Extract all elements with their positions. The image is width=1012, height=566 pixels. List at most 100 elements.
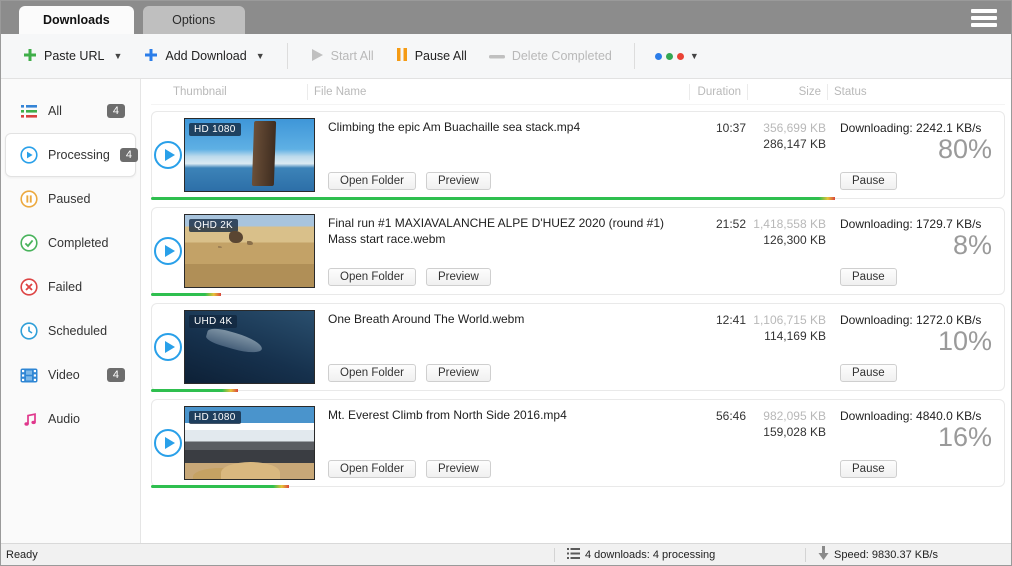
video-thumbnail: QHD 2K <box>184 214 315 288</box>
download-status: Downloading: 1729.7 KB/s <box>840 217 992 231</box>
preview-button[interactable]: Preview <box>426 364 491 382</box>
download-status: Downloading: 2242.1 KB/s <box>840 121 992 135</box>
sidebar-item-paused[interactable]: Paused <box>5 177 136 221</box>
open-folder-button[interactable]: Open Folder <box>328 172 416 190</box>
pause-button[interactable]: Pause <box>840 460 897 478</box>
play-icon <box>310 48 324 65</box>
table-header: Thumbnail File Name Duration Size Status <box>151 79 1005 105</box>
plus-icon <box>144 48 158 65</box>
toolbar-separator <box>634 43 635 69</box>
progress-percent: 10% <box>840 327 992 357</box>
chevron-down-icon: ▼ <box>690 51 699 61</box>
check-circle-icon <box>20 234 38 252</box>
start-all-button[interactable]: Start All <box>302 42 382 71</box>
sidebar-item-completed[interactable]: Completed <box>5 221 136 265</box>
sidebar-item-label: Completed <box>48 236 125 250</box>
plus-icon <box>23 48 37 65</box>
download-status: Downloading: 4840.0 KB/s <box>840 409 992 423</box>
download-row[interactable]: UHD 4K One Breath Around The World.webm … <box>151 303 1005 391</box>
sidebar-item-label: Scheduled <box>48 324 125 338</box>
play-button[interactable] <box>154 237 182 265</box>
chevron-down-icon[interactable]: ▼ <box>256 51 265 61</box>
size-total: 1,418,558 KB <box>746 217 826 231</box>
preview-button[interactable]: Preview <box>426 172 491 190</box>
play-button[interactable] <box>154 429 182 457</box>
column-header-thumbnail[interactable]: Thumbnail <box>151 86 307 98</box>
progress-bar <box>151 293 221 296</box>
speed-label: Speed: 9830.37 KB/s <box>834 549 938 561</box>
progress-percent: 16% <box>840 423 992 453</box>
download-arrow-icon <box>818 546 829 564</box>
size-total: 982,095 KB <box>746 409 826 423</box>
pause-all-label: Pause All <box>415 49 467 63</box>
paste-url-label: Paste URL <box>44 49 104 63</box>
column-header-size[interactable]: Size <box>747 84 827 100</box>
blue-dot-icon <box>655 53 662 60</box>
statusbar: Ready 4 downloads: 4 processing Speed: 9… <box>1 543 1011 565</box>
downloads-summary-label: 4 downloads: 4 processing <box>585 549 715 561</box>
pause-icon <box>396 47 408 65</box>
progress-bar <box>151 389 238 392</box>
pause-button[interactable]: Pause <box>840 268 897 286</box>
download-row[interactable]: HD 1080 Climbing the epic Am Buachaille … <box>151 111 1005 199</box>
tab-downloads[interactable]: Downloads <box>19 6 134 34</box>
sidebar-item-label: Video <box>48 368 97 382</box>
count-badge: 4 <box>120 148 138 162</box>
duration: 21:52 <box>688 208 746 294</box>
column-header-file-name[interactable]: File Name <box>307 84 689 100</box>
downloads-list: Thumbnail File Name Duration Size Status… <box>141 79 1011 543</box>
column-header-status[interactable]: Status <box>827 84 1005 100</box>
play-button[interactable] <box>154 333 182 361</box>
sidebar-item-label: Paused <box>48 192 125 206</box>
sidebar-item-processing[interactable]: Processing 4 <box>5 133 136 177</box>
open-folder-button[interactable]: Open Folder <box>328 268 416 286</box>
x-circle-icon <box>20 278 38 296</box>
clock-icon <box>20 322 38 340</box>
green-dot-icon <box>666 53 673 60</box>
sidebar-item-label: All <box>48 104 97 118</box>
film-icon <box>20 366 38 384</box>
titlebar: Downloads Options <box>1 1 1011 34</box>
column-header-duration[interactable]: Duration <box>689 84 747 100</box>
size-downloaded: 286,147 KB <box>746 137 826 151</box>
pause-button[interactable]: Pause <box>840 172 897 190</box>
sidebar-item-scheduled[interactable]: Scheduled <box>5 309 136 353</box>
pause-circle-icon <box>20 190 38 208</box>
progress-percent: 8% <box>840 231 992 261</box>
open-folder-button[interactable]: Open Folder <box>328 364 416 382</box>
sidebar-item-all[interactable]: All 4 <box>5 89 136 133</box>
preview-button[interactable]: Preview <box>426 460 491 478</box>
duration: 12:41 <box>688 304 746 390</box>
open-folder-button[interactable]: Open Folder <box>328 460 416 478</box>
delete-completed-button[interactable]: Delete Completed <box>481 43 620 69</box>
download-status: Downloading: 1272.0 KB/s <box>840 313 992 327</box>
download-row[interactable]: HD 1080 Mt. Everest Climb from North Sid… <box>151 399 1005 487</box>
quality-badge: HD 1080 <box>189 123 241 136</box>
more-actions-button[interactable]: ▼ <box>649 45 705 67</box>
delete-completed-label: Delete Completed <box>512 49 612 63</box>
sidebar-item-video[interactable]: Video 4 <box>5 353 136 397</box>
duration: 10:37 <box>688 112 746 198</box>
status-speed: Speed: 9830.37 KB/s <box>806 546 1011 564</box>
sidebar-item-failed[interactable]: Failed <box>5 265 136 309</box>
paste-url-button[interactable]: Paste URL ▼ <box>15 42 130 71</box>
music-note-icon <box>20 410 38 428</box>
tab-options[interactable]: Options <box>143 6 245 34</box>
chevron-down-icon[interactable]: ▼ <box>113 51 122 61</box>
progress-bar <box>151 197 835 200</box>
menu-hamburger-icon[interactable] <box>971 7 1001 29</box>
list-icon <box>20 102 38 120</box>
file-name: Mt. Everest Climb from North Side 2016.m… <box>328 408 680 424</box>
download-row[interactable]: QHD 2K Final run #1 MAXIAVALANCHE ALPE D… <box>151 207 1005 295</box>
sidebar-item-audio[interactable]: Audio <box>5 397 136 441</box>
size-downloaded: 114,169 KB <box>746 329 826 343</box>
play-button[interactable] <box>154 141 182 169</box>
preview-button[interactable]: Preview <box>426 268 491 286</box>
quality-badge: QHD 2K <box>189 219 238 232</box>
pause-button[interactable]: Pause <box>840 364 897 382</box>
pause-all-button[interactable]: Pause All <box>388 41 475 71</box>
minus-icon <box>489 49 505 63</box>
duration: 56:46 <box>688 400 746 486</box>
add-download-button[interactable]: Add Download ▼ <box>136 42 272 71</box>
play-icon <box>165 149 175 161</box>
